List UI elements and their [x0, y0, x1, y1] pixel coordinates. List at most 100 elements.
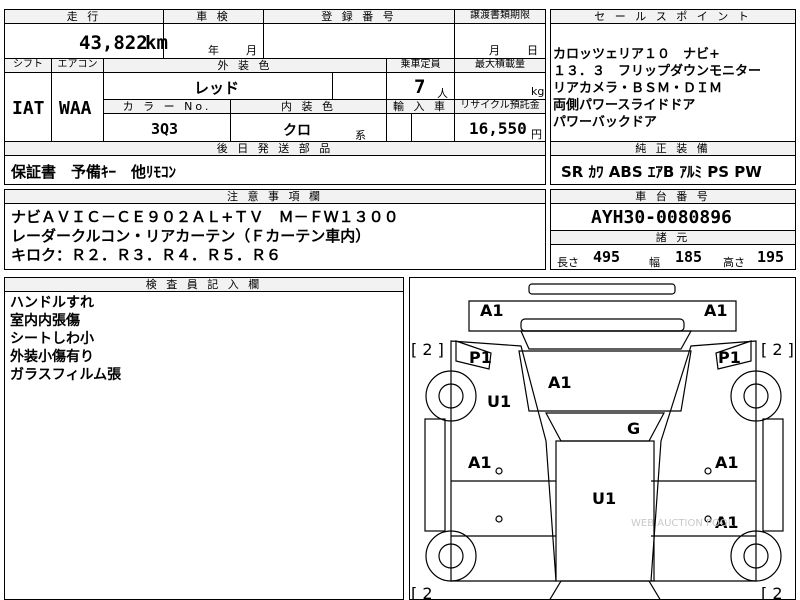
- transfer-cell: 月 日: [454, 23, 546, 59]
- mark-roof: U1: [592, 489, 616, 508]
- month-unit: 月: [246, 44, 257, 57]
- hood-outline: [518, 350, 692, 412]
- mileage-value: 43,822: [79, 32, 148, 54]
- color-no-value: 3Q3: [151, 120, 179, 138]
- front-hood-outline: [468, 300, 737, 332]
- mark-hood: A1: [548, 373, 572, 392]
- inspector-label: 検 査 員 記 入 欄: [4, 277, 404, 292]
- mileage-label: 走 行: [4, 9, 164, 24]
- shift-label: シフト: [4, 58, 52, 73]
- later-parts-cell: 保証書 予備ｷｰ 他ﾘﾓｺﾝ: [4, 155, 546, 185]
- later-parts-label: 後 日 発 送 部 品: [4, 141, 546, 156]
- sales-point-line: １３．３ フリップダウンモニター: [553, 64, 762, 79]
- year-unit: 年: [208, 44, 219, 57]
- sales-point-line: リアカメラ・ＢＳＭ・ＤＩＭ: [553, 81, 723, 96]
- sales-point-line: パワーバックドア: [553, 115, 657, 130]
- sales-point-line: 両側パワースライドドア: [553, 98, 696, 113]
- import-cell-a: [386, 113, 412, 142]
- import-label: 輸 入 車: [386, 99, 455, 114]
- recycle-amount: 16,550: [469, 119, 527, 138]
- registration-cell: [263, 23, 455, 59]
- capacity-value: 7: [414, 76, 426, 98]
- aircon-value: WAA: [59, 98, 92, 119]
- exterior-color-cell: レッド: [103, 72, 333, 100]
- chassis-value: AYH30-0080896: [591, 207, 732, 228]
- headlight-shape: [520, 318, 685, 332]
- inspector-line: ガラスフィルム張: [10, 367, 122, 383]
- mark-fender-left: U1: [487, 392, 511, 411]
- mark-bracket-bottom-right: [ 2: [761, 584, 783, 600]
- chassis-label: 車 台 番 号: [550, 189, 796, 204]
- right-side-skirt: [762, 418, 784, 532]
- inspection-label: 車 検: [163, 9, 264, 24]
- height-value: 195: [757, 248, 785, 266]
- length-value: 495: [593, 248, 621, 266]
- mark-front-right: A1: [704, 301, 728, 320]
- aircon-label: エアコン: [51, 58, 104, 73]
- width-value: 185: [675, 248, 703, 266]
- front-bumper-shape: [528, 283, 676, 295]
- aircon-cell: WAA: [51, 72, 104, 142]
- notes-line: ナビＡＶＩＣ－ＣＥ９０２ＡＬ+ＴＶ Ｍ－ＦＷ１３００: [11, 208, 399, 226]
- color-no-cell: 3Q3: [103, 113, 231, 142]
- mark-pillar-left: P1: [469, 348, 492, 367]
- sales-point-line: カロッツェリア１０ ナビ+: [553, 47, 720, 62]
- dimensions-cell: 長さ 495 幅 185 高さ 195: [550, 244, 796, 270]
- import-cell-b: [411, 113, 455, 142]
- interior-color-label: 内 装 色: [230, 99, 387, 114]
- notes-label: 注 意 事 項 欄: [4, 189, 546, 204]
- grille-shape: [520, 330, 693, 350]
- sales-points-label: セ ー ル ス ポ イ ン ト: [550, 9, 796, 24]
- exterior-color-value: レッド: [194, 79, 240, 97]
- mark-windshield: G: [627, 419, 640, 438]
- left-door-handle: [495, 467, 503, 475]
- color-no-label: カ ラ ー No.: [103, 99, 231, 114]
- inspector-line: ハンドルすれ: [10, 295, 94, 311]
- capacity-label: 乗車定員: [386, 58, 455, 73]
- equipment-cell: SR ｶﾜ ABS ｴｱB ｱﾙﾐ PS PW: [550, 155, 796, 185]
- notes-line: キロク：Ｒ２．Ｒ３．Ｒ４．Ｒ５．Ｒ６: [11, 246, 282, 264]
- width-label: 幅: [649, 256, 660, 269]
- exterior-color-label: 外 装 色: [103, 58, 387, 73]
- windshield-outline: [544, 412, 666, 442]
- car-diagram-panel: A1 A1 P1 P1 [ 2 ] [ 2 ] [ 2 [ 2 A1 U1 G …: [409, 277, 796, 600]
- registration-label: 登 録 番 号: [263, 9, 455, 24]
- recycle-unit: 円: [531, 128, 542, 141]
- rear-window-outline: [549, 580, 661, 599]
- max-load-cell: kg: [454, 72, 546, 100]
- length-label: 長さ: [557, 256, 579, 269]
- sales-points-cell: カロッツェリア１０ ナビ+ １３．３ フリップダウンモニター リアカメラ・ＢＳＭ…: [550, 23, 796, 142]
- mark-front-left: A1: [480, 301, 504, 320]
- capacity-cell: 7 人: [386, 72, 455, 100]
- height-label: 高さ: [723, 256, 745, 269]
- notes-cell: ナビＡＶＩＣ－ＣＥ９０２ＡＬ+ＴＶ Ｍ－ＦＷ１３００ レーダークルコン・リアカー…: [4, 203, 546, 270]
- max-load-label: 最大積載量: [454, 58, 546, 73]
- inspection-cell: 年 月: [163, 23, 264, 59]
- transfer-day-unit: 日: [527, 44, 538, 57]
- dimensions-label: 諸 元: [550, 230, 796, 245]
- interior-color-cell: クロ 系: [230, 113, 387, 142]
- inspector-line: 室内内張傷: [10, 313, 80, 329]
- recycle-label: リサイクル預託金: [454, 99, 546, 114]
- notes-line: レーダークルコン・リアカーテン（Ｆカーテン車内）: [11, 227, 371, 245]
- mark-bracket-bottom-left: [ 2: [411, 584, 433, 600]
- transfer-label: 譲渡書類期限: [454, 9, 546, 24]
- right-door-handle: [704, 467, 712, 475]
- exterior-color-extra-cell: [332, 72, 387, 100]
- mark-pillar-right: P1: [718, 348, 741, 367]
- left-door-handle-rear: [495, 515, 503, 523]
- inspector-line: シートしわ小: [10, 331, 94, 347]
- chassis-cell: AYH30-0080896: [550, 203, 796, 231]
- inspector-line: 外装小傷有り: [10, 349, 94, 365]
- transfer-month-unit: 月: [489, 44, 500, 57]
- mark-bracket-top-left: [ 2 ]: [411, 340, 444, 359]
- shift-cell: IAT: [4, 72, 52, 142]
- watermark: WEB AUCTION POOL: [631, 518, 734, 529]
- equipment-value: SR ｶﾜ ABS ｴｱB ｱﾙﾐ PS PW: [561, 163, 762, 181]
- mark-bracket-top-right: [ 2 ]: [761, 340, 794, 359]
- inspector-cell: ハンドルすれ 室内内張傷 シートしわ小 外装小傷有り ガラスフィルム張: [4, 291, 404, 600]
- car-diagram: A1 A1 P1 P1 [ 2 ] [ 2 ] [ 2 [ 2 A1 U1 G …: [411, 283, 794, 600]
- shift-value: IAT: [12, 98, 45, 119]
- max-load-unit: kg: [531, 85, 545, 98]
- later-parts-value: 保証書 予備ｷｰ 他ﾘﾓｺﾝ: [11, 163, 177, 181]
